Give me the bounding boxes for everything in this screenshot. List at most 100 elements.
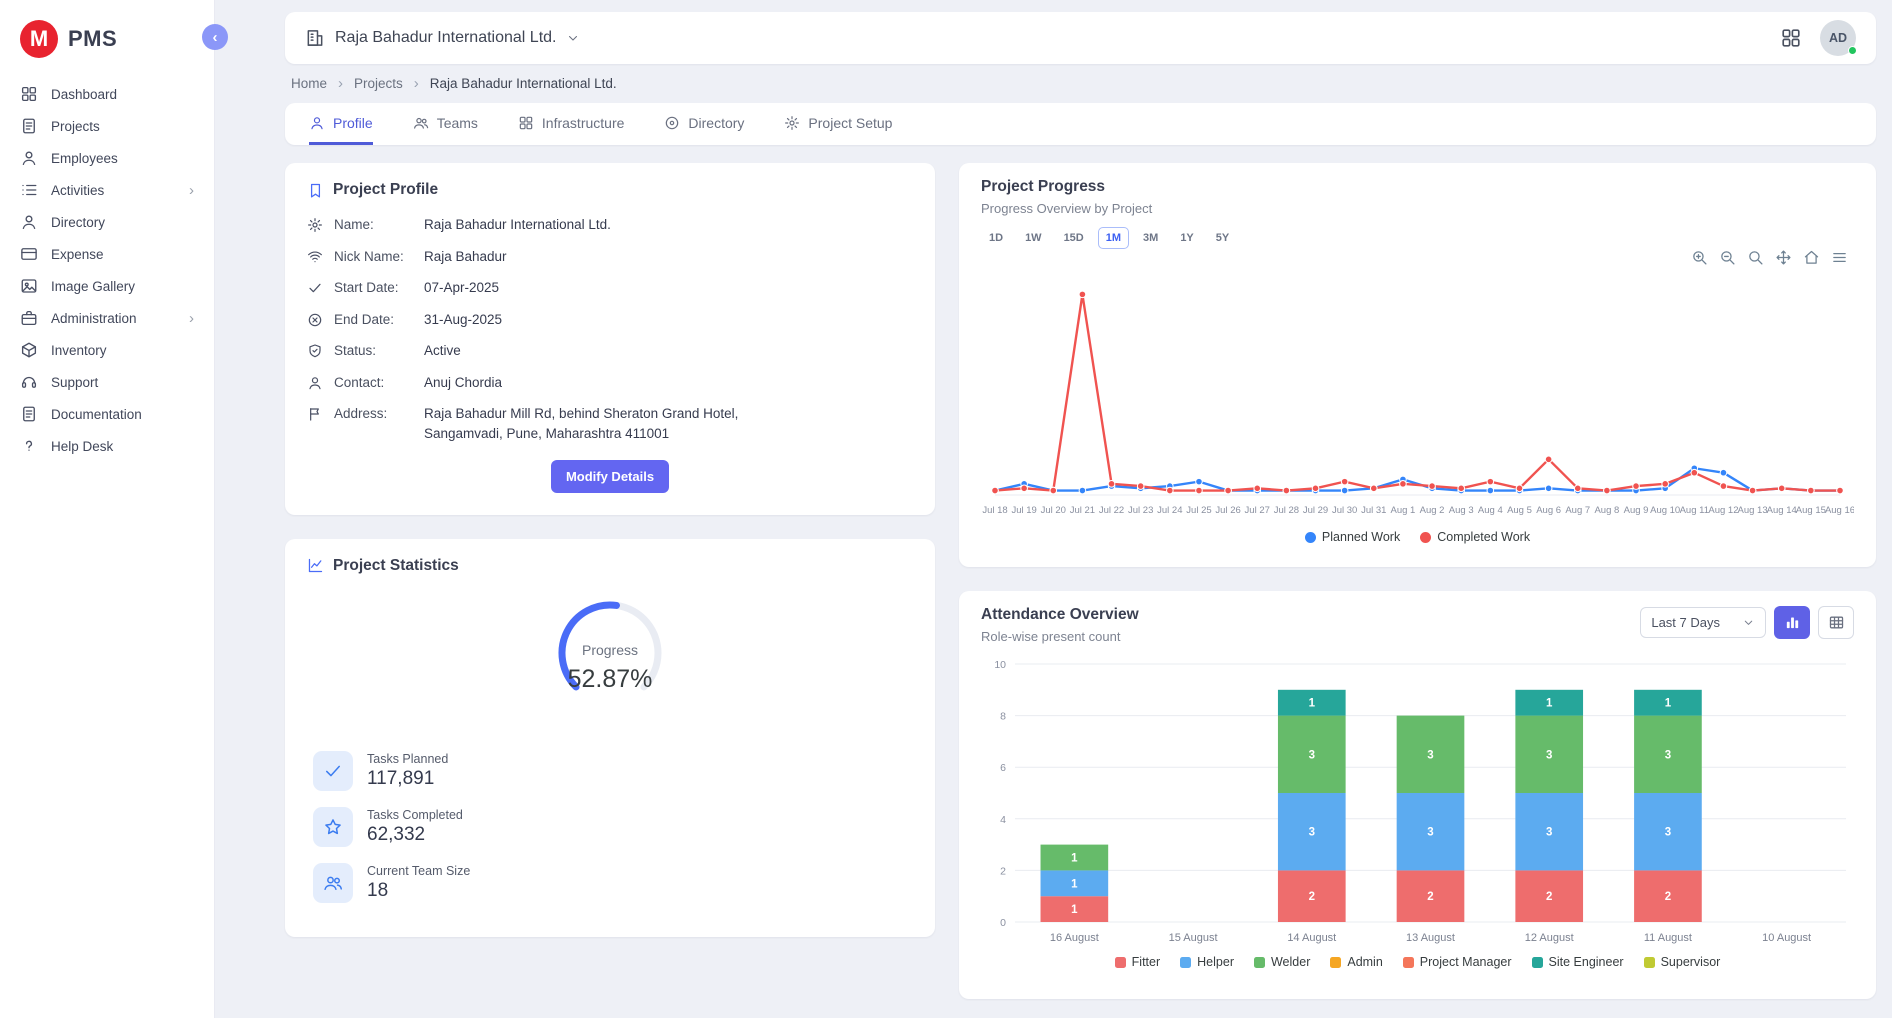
breadcrumb-projects[interactable]: Projects [354,76,403,91]
image-gallery-icon [20,277,38,295]
tab-label: Directory [688,115,744,131]
attendance-bar-chart[interactable]: 024681016 August11115 August14 August233… [981,654,1854,950]
sidebar-item-label: Directory [51,215,105,230]
range-button-1d[interactable]: 1D [981,227,1011,249]
svg-text:3: 3 [1309,749,1315,761]
svg-text:8: 8 [1000,711,1006,723]
svg-text:Aug 16: Aug 16 [1825,505,1854,516]
svg-text:Jul 24: Jul 24 [1157,505,1182,516]
breadcrumb-home[interactable]: Home [291,76,327,91]
svg-text:1: 1 [1071,904,1078,916]
legend-item[interactable]: Welder [1254,955,1310,969]
svg-text:Jul 21: Jul 21 [1070,505,1095,516]
zoom-in-icon[interactable] [1691,249,1708,266]
inventory-icon [20,341,38,359]
project-statistics-card: Project Statistics Progress52.87% Tasks … [285,539,935,937]
legend-item[interactable]: Helper [1180,955,1234,969]
svg-text:2: 2 [1665,891,1671,903]
tab-label: Profile [333,115,373,131]
svg-text:12 August: 12 August [1525,932,1574,944]
app-logo[interactable]: M PMS [0,12,214,78]
legend-item[interactable]: Project Manager [1403,955,1512,969]
svg-text:Jul 19: Jul 19 [1011,505,1036,516]
sidebar-item-directory[interactable]: Directory [0,206,214,238]
svg-text:15 August: 15 August [1169,932,1218,944]
legend-item[interactable]: Admin [1330,955,1382,969]
employees-icon [20,149,38,167]
infrastructure-tab-icon [518,115,534,131]
sidebar: M PMS Dashboard Projects Employees Activ… [0,0,215,1018]
sidebar-item-expense[interactable]: Expense [0,238,214,270]
legend-item[interactable]: Planned Work [1305,530,1400,544]
pan-icon[interactable] [1775,249,1792,266]
chevron-right-icon: › [189,311,194,326]
stat-label: Current Team Size [367,864,470,878]
stat-tasks-completed: Tasks Completed 62,332 [313,807,913,847]
svg-text:Jul 28: Jul 28 [1274,505,1299,516]
sidebar-item-image-gallery[interactable]: Image Gallery [0,270,214,302]
tab-infrastructure[interactable]: Infrastructure [518,103,624,145]
sidebar-item-projects[interactable]: Projects [0,110,214,142]
svg-text:Aug 5: Aug 5 [1507,505,1532,516]
tab-directory[interactable]: Directory [664,103,744,145]
field-label: End Date: [334,310,424,330]
svg-text:Progress: Progress [582,642,638,658]
time-range-selector: 1D 1W 15D 1M 3M 1Y 5Y [981,227,1854,249]
days-filter-select[interactable]: Last 7 Days [1640,607,1766,638]
breadcrumb: Home › Projects › Raja Bahadur Internati… [291,75,1870,92]
range-button-1y[interactable]: 1Y [1172,227,1201,249]
progress-line-chart[interactable]: Jul 18Jul 19Jul 20Jul 21Jul 22Jul 23Jul … [981,267,1854,525]
legend-item[interactable]: Completed Work [1420,530,1530,544]
svg-text:16 August: 16 August [1050,932,1099,944]
project-switcher[interactable]: Raja Bahadur International Ltd. [305,28,580,48]
svg-text:Aug 9: Aug 9 [1624,505,1649,516]
range-button-3m[interactable]: 3M [1135,227,1166,249]
projects-icon [20,117,38,135]
range-button-5y[interactable]: 5Y [1208,227,1237,249]
apps-grid-button[interactable] [1780,27,1802,49]
modify-details-button[interactable]: Modify Details [551,460,669,493]
topbar-right: AD [1780,20,1856,56]
topbar-project-name: Raja Bahadur International Ltd. [335,29,556,47]
tab-profile[interactable]: Profile [309,103,373,145]
reset-zoom-home-icon[interactable] [1803,249,1820,266]
sidebar-item-support[interactable]: Support [0,366,214,398]
svg-text:10 August: 10 August [1762,932,1811,944]
main-content: ‹ Raja Bahadur International Ltd. AD Hom… [215,0,1892,1018]
topbar: Raja Bahadur International Ltd. AD [285,12,1876,64]
building-icon [305,28,325,48]
sidebar-item-dashboard[interactable]: Dashboard [0,78,214,110]
app-name: PMS [68,26,117,52]
project-progress-card: Project Progress Progress Overview by Pr… [959,163,1876,567]
avatar[interactable]: AD [1820,20,1856,56]
sidebar-item-employees[interactable]: Employees [0,142,214,174]
svg-text:Jul 22: Jul 22 [1099,505,1124,516]
sidebar-item-label: Image Gallery [51,279,135,294]
sidebar-item-inventory[interactable]: Inventory [0,334,214,366]
legend-item[interactable]: Fitter [1115,955,1160,969]
range-button-15d[interactable]: 15D [1056,227,1092,249]
zoom-out-icon[interactable] [1719,249,1736,266]
tab-project-setup[interactable]: Project Setup [784,103,892,145]
sidebar-item-help-desk[interactable]: Help Desk [0,430,214,462]
stat-value: 117,891 [367,768,448,790]
chevron-right-icon: › [189,183,194,198]
left-column: Project Profile Name: Raja Bahadur Inter… [285,163,935,937]
selection-zoom-icon[interactable] [1747,249,1764,266]
svg-text:1: 1 [1665,698,1672,710]
svg-text:4: 4 [1000,814,1006,826]
tab-teams[interactable]: Teams [413,103,478,145]
sidebar-item-documentation[interactable]: Documentation [0,398,214,430]
chart-menu-icon[interactable] [1831,249,1848,266]
range-button-1w[interactable]: 1W [1017,227,1050,249]
sidebar-item-administration[interactable]: Administration › [0,302,214,334]
table-view-button[interactable] [1818,606,1854,639]
range-button-1m[interactable]: 1M [1098,227,1129,249]
legend-item[interactable]: Supervisor [1644,955,1721,969]
sidebar-item-activities[interactable]: Activities › [0,174,214,206]
legend-item[interactable]: Site Engineer [1532,955,1624,969]
tab-label: Teams [437,115,478,131]
sidebar-collapse-button[interactable]: ‹ [202,24,228,50]
days-filter-value: Last 7 Days [1651,615,1720,630]
chart-view-button[interactable] [1774,606,1810,639]
